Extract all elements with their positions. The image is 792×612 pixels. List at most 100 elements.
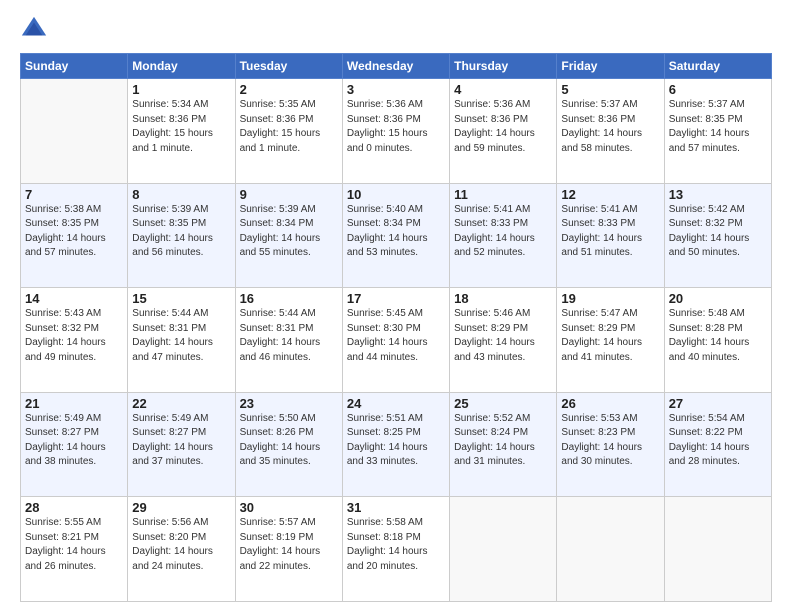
day-number: 17: [347, 291, 445, 306]
calendar-cell: 25Sunrise: 5:52 AMSunset: 8:24 PMDayligh…: [450, 392, 557, 497]
day-number: 20: [669, 291, 767, 306]
day-info: Sunrise: 5:41 AMSunset: 8:33 PMDaylight:…: [561, 203, 659, 261]
day-number: 16: [240, 291, 338, 306]
day-info: Sunrise: 5:55 AMSunset: 8:21 PMDaylight:…: [25, 516, 123, 574]
calendar-cell: 27Sunrise: 5:54 AMSunset: 8:22 PMDayligh…: [664, 392, 771, 497]
day-number: 31: [347, 500, 445, 515]
day-info: Sunrise: 5:45 AMSunset: 8:30 PMDaylight:…: [347, 307, 445, 365]
day-info: Sunrise: 5:57 AMSunset: 8:19 PMDaylight:…: [240, 516, 338, 574]
calendar-header-wednesday: Wednesday: [342, 54, 449, 79]
calendar-header-saturday: Saturday: [664, 54, 771, 79]
calendar-header-thursday: Thursday: [450, 54, 557, 79]
day-info: Sunrise: 5:36 AMSunset: 8:36 PMDaylight:…: [454, 98, 552, 156]
calendar-cell: [450, 497, 557, 602]
day-number: 27: [669, 396, 767, 411]
day-info: Sunrise: 5:37 AMSunset: 8:35 PMDaylight:…: [669, 98, 767, 156]
day-number: 1: [132, 82, 230, 97]
day-number: 2: [240, 82, 338, 97]
calendar-cell: 30Sunrise: 5:57 AMSunset: 8:19 PMDayligh…: [235, 497, 342, 602]
calendar-cell: 4Sunrise: 5:36 AMSunset: 8:36 PMDaylight…: [450, 79, 557, 184]
calendar-cell: 11Sunrise: 5:41 AMSunset: 8:33 PMDayligh…: [450, 183, 557, 288]
calendar-cell: 26Sunrise: 5:53 AMSunset: 8:23 PMDayligh…: [557, 392, 664, 497]
calendar-cell: 21Sunrise: 5:49 AMSunset: 8:27 PMDayligh…: [21, 392, 128, 497]
day-info: Sunrise: 5:39 AMSunset: 8:34 PMDaylight:…: [240, 203, 338, 261]
calendar-cell: 15Sunrise: 5:44 AMSunset: 8:31 PMDayligh…: [128, 288, 235, 393]
calendar-cell: 16Sunrise: 5:44 AMSunset: 8:31 PMDayligh…: [235, 288, 342, 393]
logo: [20, 15, 52, 43]
calendar-week-row: 1Sunrise: 5:34 AMSunset: 8:36 PMDaylight…: [21, 79, 772, 184]
calendar-cell: 12Sunrise: 5:41 AMSunset: 8:33 PMDayligh…: [557, 183, 664, 288]
day-number: 23: [240, 396, 338, 411]
calendar-cell: 28Sunrise: 5:55 AMSunset: 8:21 PMDayligh…: [21, 497, 128, 602]
day-number: 25: [454, 396, 552, 411]
day-info: Sunrise: 5:41 AMSunset: 8:33 PMDaylight:…: [454, 203, 552, 261]
calendar-week-row: 28Sunrise: 5:55 AMSunset: 8:21 PMDayligh…: [21, 497, 772, 602]
day-number: 4: [454, 82, 552, 97]
header: [20, 15, 772, 43]
calendar-cell: 5Sunrise: 5:37 AMSunset: 8:36 PMDaylight…: [557, 79, 664, 184]
calendar-cell: 19Sunrise: 5:47 AMSunset: 8:29 PMDayligh…: [557, 288, 664, 393]
day-number: 13: [669, 187, 767, 202]
calendar-cell: [664, 497, 771, 602]
day-info: Sunrise: 5:54 AMSunset: 8:22 PMDaylight:…: [669, 412, 767, 470]
day-number: 30: [240, 500, 338, 515]
calendar-cell: [21, 79, 128, 184]
calendar-cell: 13Sunrise: 5:42 AMSunset: 8:32 PMDayligh…: [664, 183, 771, 288]
day-number: 14: [25, 291, 123, 306]
day-info: Sunrise: 5:53 AMSunset: 8:23 PMDaylight:…: [561, 412, 659, 470]
calendar-cell: 22Sunrise: 5:49 AMSunset: 8:27 PMDayligh…: [128, 392, 235, 497]
day-number: 8: [132, 187, 230, 202]
calendar-cell: 24Sunrise: 5:51 AMSunset: 8:25 PMDayligh…: [342, 392, 449, 497]
calendar-cell: [557, 497, 664, 602]
day-info: Sunrise: 5:50 AMSunset: 8:26 PMDaylight:…: [240, 412, 338, 470]
day-info: Sunrise: 5:39 AMSunset: 8:35 PMDaylight:…: [132, 203, 230, 261]
day-number: 22: [132, 396, 230, 411]
day-number: 21: [25, 396, 123, 411]
calendar-cell: 18Sunrise: 5:46 AMSunset: 8:29 PMDayligh…: [450, 288, 557, 393]
day-info: Sunrise: 5:43 AMSunset: 8:32 PMDaylight:…: [25, 307, 123, 365]
calendar-cell: 6Sunrise: 5:37 AMSunset: 8:35 PMDaylight…: [664, 79, 771, 184]
calendar-cell: 8Sunrise: 5:39 AMSunset: 8:35 PMDaylight…: [128, 183, 235, 288]
day-number: 10: [347, 187, 445, 202]
calendar-week-row: 21Sunrise: 5:49 AMSunset: 8:27 PMDayligh…: [21, 392, 772, 497]
day-info: Sunrise: 5:51 AMSunset: 8:25 PMDaylight:…: [347, 412, 445, 470]
day-number: 15: [132, 291, 230, 306]
day-number: 6: [669, 82, 767, 97]
calendar-cell: 23Sunrise: 5:50 AMSunset: 8:26 PMDayligh…: [235, 392, 342, 497]
day-info: Sunrise: 5:49 AMSunset: 8:27 PMDaylight:…: [25, 412, 123, 470]
day-number: 19: [561, 291, 659, 306]
day-info: Sunrise: 5:35 AMSunset: 8:36 PMDaylight:…: [240, 98, 338, 156]
calendar-table: SundayMondayTuesdayWednesdayThursdayFrid…: [20, 53, 772, 602]
day-number: 18: [454, 291, 552, 306]
day-number: 9: [240, 187, 338, 202]
calendar-week-row: 7Sunrise: 5:38 AMSunset: 8:35 PMDaylight…: [21, 183, 772, 288]
calendar-cell: 31Sunrise: 5:58 AMSunset: 8:18 PMDayligh…: [342, 497, 449, 602]
logo-icon: [20, 15, 48, 43]
day-number: 7: [25, 187, 123, 202]
calendar-week-row: 14Sunrise: 5:43 AMSunset: 8:32 PMDayligh…: [21, 288, 772, 393]
day-number: 28: [25, 500, 123, 515]
calendar-cell: 10Sunrise: 5:40 AMSunset: 8:34 PMDayligh…: [342, 183, 449, 288]
day-info: Sunrise: 5:52 AMSunset: 8:24 PMDaylight:…: [454, 412, 552, 470]
day-number: 5: [561, 82, 659, 97]
calendar-header-monday: Monday: [128, 54, 235, 79]
day-info: Sunrise: 5:46 AMSunset: 8:29 PMDaylight:…: [454, 307, 552, 365]
day-info: Sunrise: 5:47 AMSunset: 8:29 PMDaylight:…: [561, 307, 659, 365]
calendar-header-row: SundayMondayTuesdayWednesdayThursdayFrid…: [21, 54, 772, 79]
day-info: Sunrise: 5:42 AMSunset: 8:32 PMDaylight:…: [669, 203, 767, 261]
day-info: Sunrise: 5:36 AMSunset: 8:36 PMDaylight:…: [347, 98, 445, 156]
day-info: Sunrise: 5:37 AMSunset: 8:36 PMDaylight:…: [561, 98, 659, 156]
day-info: Sunrise: 5:44 AMSunset: 8:31 PMDaylight:…: [132, 307, 230, 365]
calendar-cell: 17Sunrise: 5:45 AMSunset: 8:30 PMDayligh…: [342, 288, 449, 393]
day-number: 12: [561, 187, 659, 202]
calendar-header-tuesday: Tuesday: [235, 54, 342, 79]
day-info: Sunrise: 5:44 AMSunset: 8:31 PMDaylight:…: [240, 307, 338, 365]
day-info: Sunrise: 5:56 AMSunset: 8:20 PMDaylight:…: [132, 516, 230, 574]
day-number: 26: [561, 396, 659, 411]
calendar-header-sunday: Sunday: [21, 54, 128, 79]
calendar-cell: 3Sunrise: 5:36 AMSunset: 8:36 PMDaylight…: [342, 79, 449, 184]
calendar-cell: 2Sunrise: 5:35 AMSunset: 8:36 PMDaylight…: [235, 79, 342, 184]
day-info: Sunrise: 5:40 AMSunset: 8:34 PMDaylight:…: [347, 203, 445, 261]
day-number: 24: [347, 396, 445, 411]
day-number: 29: [132, 500, 230, 515]
